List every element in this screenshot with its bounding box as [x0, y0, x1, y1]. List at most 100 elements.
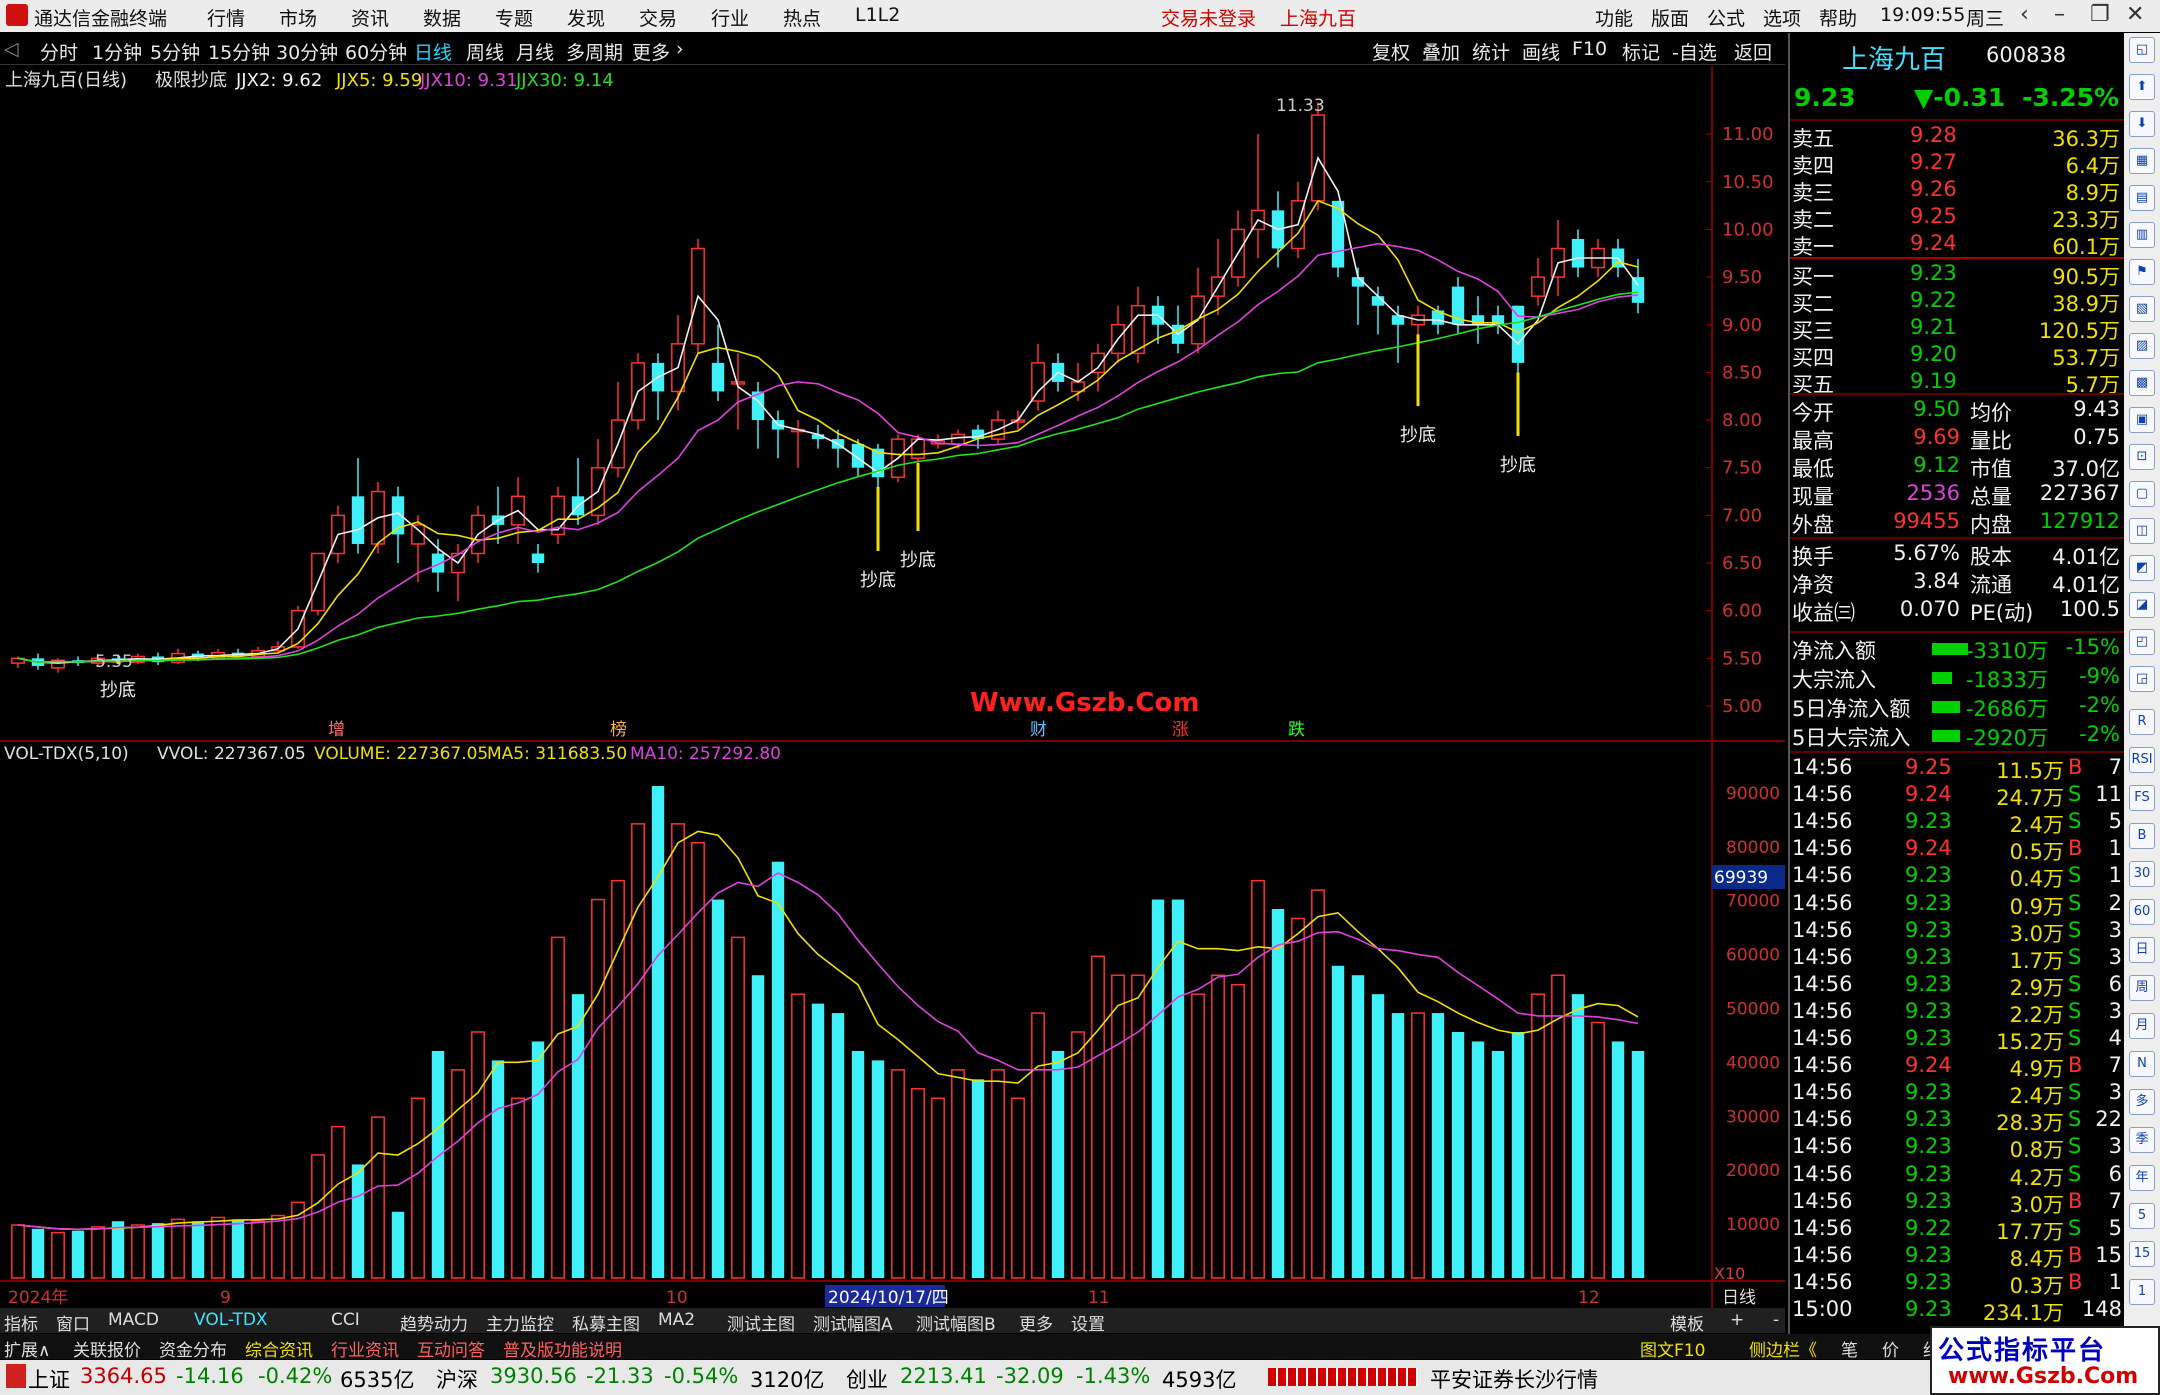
tab2-right-2[interactable]: 笔: [1841, 1336, 1858, 1361]
menu-xuanxiang[interactable]: 选项: [1763, 4, 1801, 31]
side-tool-icon[interactable]: ⬆: [2129, 74, 2155, 100]
side-period-button[interactable]: 月: [2129, 1013, 2155, 1039]
side-period-button[interactable]: N: [2129, 1051, 2155, 1077]
kline-chart[interactable]: 11.00 10.50 10.00 9.50 9.00 8.50 8.00 7.50 7.00 6…: [0, 66, 1785, 1311]
marker-die[interactable]: 跌: [1288, 720, 1305, 740]
tool-huaxian[interactable]: 画线: [1522, 38, 1560, 65]
side-period-button[interactable]: 15: [2129, 1241, 2155, 1267]
side-period-button[interactable]: B: [2129, 823, 2155, 849]
login-status[interactable]: 交易未登录: [1161, 4, 1256, 31]
tab-bottom_tabs1-2[interactable]: MACD: [108, 1310, 159, 1330]
side-period-button[interactable]: RSI: [2129, 747, 2155, 773]
side-tool-icon[interactable]: ◱: [2129, 37, 2155, 63]
tab-right-2[interactable]: -: [1773, 1310, 1779, 1330]
menu-redian[interactable]: 热点: [783, 4, 821, 31]
side-period-button[interactable]: 1: [2129, 1279, 2155, 1305]
period-5min[interactable]: 5分钟: [150, 38, 200, 65]
side-tool-icon[interactable]: ◩: [2129, 555, 2155, 581]
period-30min[interactable]: 30分钟: [276, 38, 338, 65]
tab-bottom_tabs2-6[interactable]: 普及版功能说明: [503, 1336, 622, 1361]
side-period-button[interactable]: R: [2129, 709, 2155, 735]
period-multi[interactable]: 多周期: [566, 38, 623, 65]
tab2-right-0[interactable]: 图文F10: [1640, 1336, 1705, 1361]
tab-bottom_tabs1-0[interactable]: 指标: [4, 1310, 38, 1335]
marker-zhang[interactable]: 涨: [1172, 720, 1189, 740]
tool-fanhui[interactable]: 返回: [1734, 38, 1772, 65]
menu-bangzhu[interactable]: 帮助: [1819, 4, 1857, 31]
tab-right-0[interactable]: 模板: [1670, 1310, 1704, 1335]
side-tool-icon[interactable]: ◫: [2129, 518, 2155, 544]
menu-hangye[interactable]: 行业: [711, 4, 749, 31]
tool-biaoji[interactable]: 标记: [1622, 38, 1660, 65]
tab-bottom_tabs2-5[interactable]: 互动问答: [417, 1336, 485, 1361]
tab-bottom_tabs1-9[interactable]: 测试主图: [727, 1310, 795, 1335]
side-tool-icon[interactable]: ▩: [2129, 370, 2155, 396]
tool-fuquan[interactable]: 复权: [1372, 38, 1410, 65]
tab-bottom_tabs1-3[interactable]: VOL-TDX: [194, 1310, 268, 1330]
sh-label[interactable]: 上证: [28, 1364, 70, 1394]
period-60min[interactable]: 60分钟: [345, 38, 407, 65]
period-daily[interactable]: 日线: [414, 38, 452, 65]
tool-diejia[interactable]: 叠加: [1422, 38, 1460, 65]
side-tool-icon[interactable]: ▥: [2129, 222, 2155, 248]
side-period-button[interactable]: 60: [2129, 899, 2155, 925]
menu-zhuanti[interactable]: 专题: [495, 4, 533, 31]
side-period-button[interactable]: 30: [2129, 861, 2155, 887]
tab-bottom_tabs2-2[interactable]: 资金分布: [159, 1336, 227, 1361]
back-icon[interactable]: ‹: [2020, 2, 2029, 27]
side-tool-icon[interactable]: ▣: [2129, 407, 2155, 433]
menu-faxian[interactable]: 发现: [567, 4, 605, 31]
menu-l1l2[interactable]: L1L2: [855, 4, 900, 26]
menu-shuju[interactable]: 数据: [423, 4, 461, 31]
tool-f10[interactable]: F10: [1572, 38, 1607, 60]
marker-cai[interactable]: 财: [1030, 720, 1047, 740]
marker-zeng[interactable]: 增: [328, 720, 345, 740]
side-period-button[interactable]: 5: [2129, 1203, 2155, 1229]
tab2-right-3[interactable]: 价: [1882, 1336, 1899, 1361]
side-tool-icon[interactable]: ▨: [2129, 333, 2155, 359]
minimize-icon[interactable]: –: [2054, 2, 2065, 27]
period-monthly[interactable]: 月线: [516, 38, 554, 65]
menu-hangqing[interactable]: 行情: [207, 4, 245, 31]
side-tool-icon[interactable]: ▦: [2129, 148, 2155, 174]
chevron-right-icon[interactable]: ›: [676, 38, 684, 60]
period-weekly[interactable]: 周线: [466, 38, 504, 65]
tab-bottom_tabs1-13[interactable]: 设置: [1071, 1310, 1105, 1335]
side-period-button[interactable]: 多: [2129, 1089, 2155, 1115]
period-more[interactable]: 更多: [632, 38, 670, 65]
menu-zixun[interactable]: 资讯: [351, 4, 389, 31]
side-period-button[interactable]: 年: [2129, 1165, 2155, 1191]
tab-bottom_tabs1-12[interactable]: 更多: [1019, 1310, 1053, 1335]
side-tool-icon[interactable]: ▢: [2129, 481, 2155, 507]
restore-icon[interactable]: ❐: [2090, 2, 2110, 27]
tab-bottom_tabs2-4[interactable]: 行业资讯: [331, 1336, 399, 1361]
side-period-button[interactable]: FS: [2129, 785, 2155, 811]
menu-gongneng[interactable]: 功能: [1595, 4, 1633, 31]
tab-bottom_tabs1-11[interactable]: 测试幅图B: [916, 1310, 996, 1335]
side-tool-icon[interactable]: ⬇: [2129, 111, 2155, 137]
marker-bang[interactable]: 榜: [610, 720, 627, 740]
menu-banmian[interactable]: 版面: [1651, 4, 1689, 31]
period-15min[interactable]: 15分钟: [208, 38, 270, 65]
menu-jiaoyi[interactable]: 交易: [639, 4, 677, 31]
period-1min[interactable]: 1分钟: [92, 38, 142, 65]
broker-name[interactable]: 平安证券长沙行情: [1430, 1364, 1598, 1394]
menu-gongshi[interactable]: 公式: [1707, 4, 1745, 31]
close-icon[interactable]: ✕: [2126, 2, 2144, 27]
side-period-button[interactable]: 周: [2129, 975, 2155, 1001]
side-tool-icon[interactable]: ◪: [2129, 592, 2155, 618]
tab-bottom_tabs1-7[interactable]: 私募主图: [572, 1310, 640, 1335]
side-period-button[interactable]: 日: [2129, 937, 2155, 963]
cy-label[interactable]: 创业: [846, 1364, 888, 1394]
menu-shichang[interactable]: 市场: [279, 4, 317, 31]
tab-bottom_tabs1-4[interactable]: CCI: [331, 1310, 360, 1330]
hs-label[interactable]: 沪深: [436, 1364, 478, 1394]
side-tool-icon[interactable]: ▤: [2129, 185, 2155, 211]
tab-bottom_tabs1-5[interactable]: 趋势动力: [400, 1310, 468, 1335]
tab-right-1[interactable]: +: [1730, 1310, 1744, 1330]
side-tool-icon[interactable]: ◲: [2129, 666, 2155, 692]
tool-tongji[interactable]: 统计: [1472, 38, 1510, 65]
side-tool-icon[interactable]: ◰: [2129, 629, 2155, 655]
tab-bottom_tabs1-8[interactable]: MA2: [658, 1310, 695, 1330]
tab-bottom_tabs2-3[interactable]: 综合资讯: [245, 1336, 313, 1361]
